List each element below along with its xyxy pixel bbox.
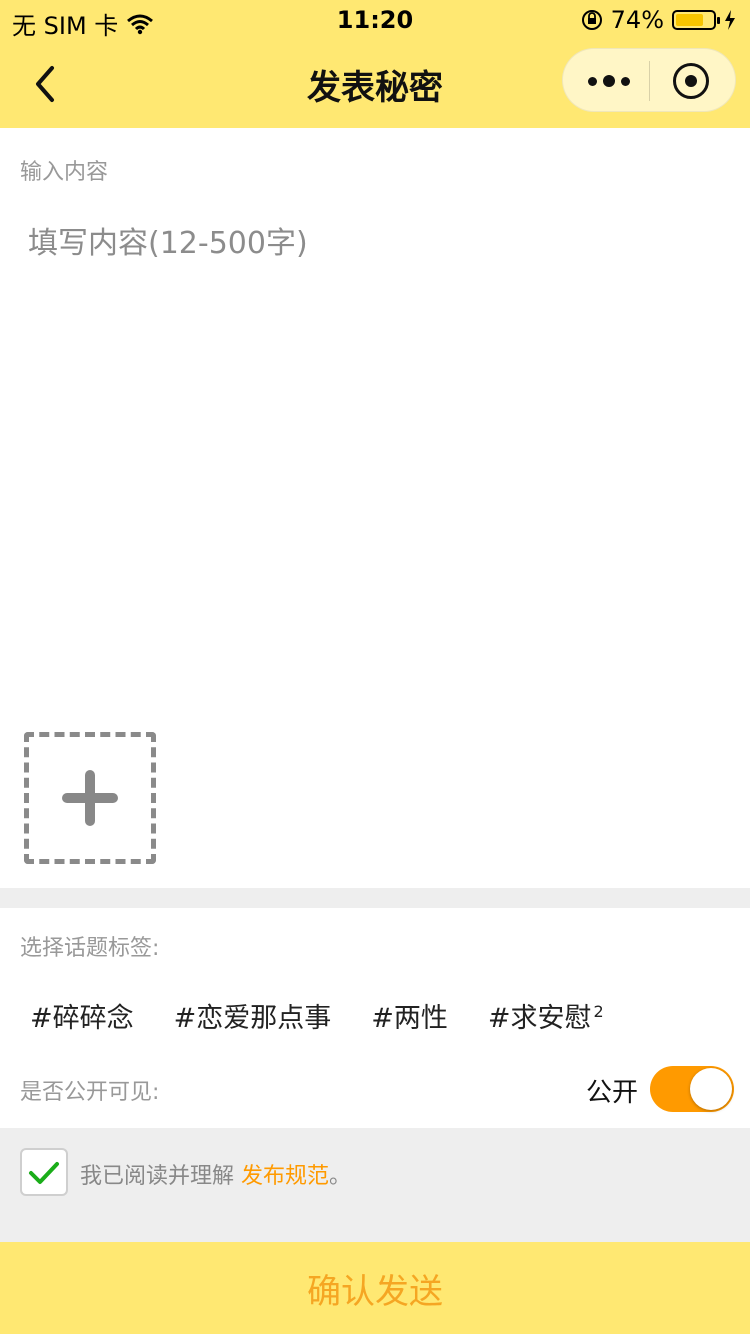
battery-fill [676, 14, 703, 26]
dot [603, 75, 615, 87]
topics-label: 选择话题标签: [20, 936, 160, 961]
visibility-label: 是否公开可见: [20, 1080, 160, 1105]
visibility-toggle[interactable] [650, 1066, 734, 1112]
topic-tag[interactable]: #恋爱那点事 [174, 996, 332, 1035]
top-bar: 无 SIM 卡 11:20 74% 发表秘密 [0, 0, 750, 128]
battery-icon [672, 10, 720, 30]
content-section: 输入内容 [0, 128, 750, 888]
agreement-checkbox[interactable] [20, 1148, 68, 1196]
status-bar: 无 SIM 卡 11:20 74% [0, 0, 750, 40]
capsule-divider [649, 61, 650, 101]
topic-tag[interactable]: #碎碎念 [30, 996, 134, 1035]
charging-bolt-icon [725, 10, 735, 30]
topic-tag-text: #求安慰 [487, 1003, 592, 1034]
visibility-value: 公开 [585, 1078, 638, 1108]
status-right: 74% [581, 6, 736, 34]
target-circle-icon[interactable] [673, 63, 709, 99]
agreement-prefix: 我已阅读并理解 [80, 1164, 241, 1189]
topic-tag-text: #两性 [371, 1003, 448, 1034]
nav-bar: 发表秘密 [0, 40, 750, 128]
toggle-knob [690, 1068, 732, 1110]
dot [621, 76, 630, 86]
topic-tag-text: #碎碎念 [30, 1003, 134, 1034]
checkmark-icon [29, 1162, 59, 1184]
battery-percent: 74% [610, 6, 664, 34]
plus-icon [85, 770, 95, 826]
rules-link[interactable]: 发布规范 [241, 1164, 329, 1189]
topic-tag-badge: 2 [593, 1002, 604, 1021]
topic-tag[interactable]: #两性 [371, 996, 448, 1035]
orientation-lock-icon [581, 10, 602, 30]
topic-section: 选择话题标签: #碎碎念 #恋爱那点事 #两性 #求安慰 2 是否公开可见: 公开 [0, 908, 750, 1128]
add-image-button[interactable] [24, 732, 156, 864]
agreement-section: 我已阅读并理解 发布规范。 [0, 1128, 750, 1242]
more-dots-icon[interactable] [587, 67, 631, 95]
mini-program-capsule [562, 48, 736, 112]
publish-secret-page: 无 SIM 卡 11:20 74% 发表秘密 输入内容 填写内容(12-500字… [0, 0, 750, 1334]
section-divider [0, 888, 750, 908]
agreement-suffix: 。 [329, 1164, 352, 1189]
topic-tags: #碎碎念 #恋爱那点事 #两性 #求安慰 2 [30, 996, 604, 1035]
topic-tag-text: #恋爱那点事 [173, 1003, 332, 1034]
dot [588, 76, 597, 86]
content-label: 输入内容 [20, 160, 109, 185]
confirm-send-button[interactable]: 确认发送 [0, 1242, 750, 1334]
confirm-send-label: 确认发送 [307, 1271, 443, 1312]
topic-tag[interactable]: #求安慰 2 [488, 996, 604, 1035]
content-textarea[interactable] [28, 218, 728, 778]
agreement-text: 我已阅读并理解 发布规范。 [80, 1158, 351, 1190]
